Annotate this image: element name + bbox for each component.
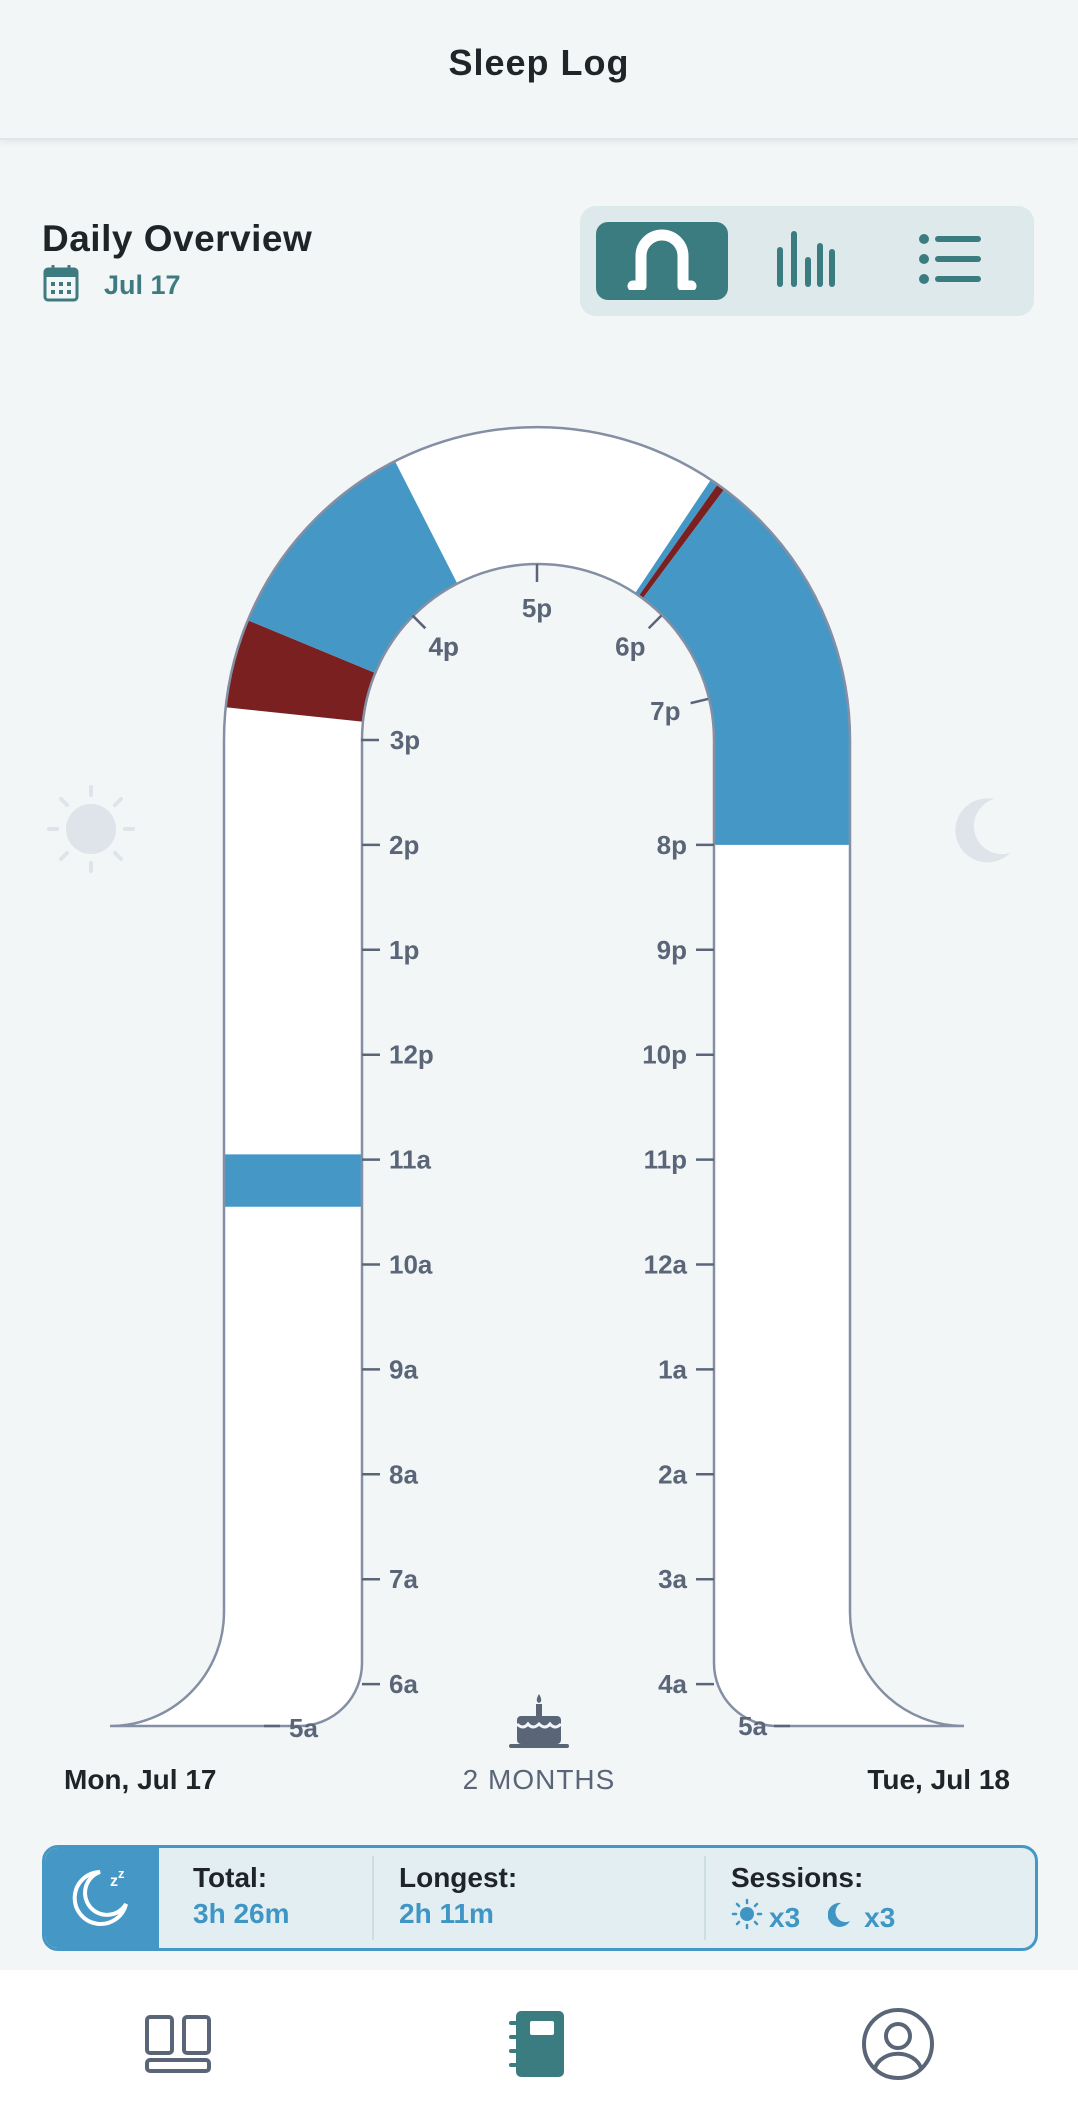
sun-icon [47,785,135,873]
sessions-section: Sessions: x3 x3 [707,1848,1027,1948]
tick-label: 9a [389,1354,418,1384]
divider [372,1856,374,1940]
tick-label: 6a [389,1669,418,1699]
tick-label: 7a [389,1564,418,1594]
tick-label: 10p [642,1040,687,1070]
profile-icon [861,2007,935,2086]
day-sessions-count: x3 [769,1901,801,1933]
tick-label: 9p [657,935,687,965]
sleep-moon-icon: z z [70,1864,134,1933]
dashboard-icon [144,2014,212,2079]
tick-label: 6p [615,632,645,662]
sleep-summary: z z Total: 3h 26m Longest: 2h 11m Sessio… [42,1845,1038,1951]
moon-icon [955,798,1010,863]
tick-label: 8p [657,830,687,860]
longest-section: Longest: 2h 11m [375,1848,705,1948]
longest-label: Longest: [399,1862,518,1893]
sun-icon [731,1898,763,1937]
sleep-arch-chart: 6a7a8a9a10a11a12p1p2p3p4p4p5p6p7p8p9p10p… [47,425,1010,1743]
tick-mark [690,697,709,705]
sleep-segment[interactable] [224,1154,362,1207]
tick-label: 1a [658,1354,687,1384]
tick-label: 12a [644,1250,688,1280]
tick-label: 2p [389,830,419,860]
longest-value: 2h 11m [399,1898,494,1929]
tick-label: 2a [658,1459,687,1489]
divider [704,1856,706,1940]
summary-icon-box: z z [45,1848,159,1948]
total-value: 3h 26m [193,1898,290,1929]
nav-profile[interactable] [848,1996,948,2096]
end-date-label: Tue, Jul 18 [867,1764,1010,1795]
tick-mark [411,614,427,630]
tick-label: 12p [389,1040,434,1070]
tick-label: 8a [389,1459,418,1489]
tick-mark [647,614,663,630]
tick-label: 3a [658,1564,687,1594]
log-book-icon [508,2009,568,2084]
sessions-counts: x3 x3 [731,1898,895,1937]
svg-text:z: z [118,1866,125,1881]
tick-label: 5a [289,1713,318,1743]
sessions-label: Sessions: [731,1862,864,1893]
nav-dashboard[interactable] [128,1996,228,2096]
moon-icon [827,1901,852,1934]
tick-label: 10a [389,1250,433,1280]
tick-label: 5p [522,593,552,623]
tick-label: 11a [389,1145,431,1175]
tick-label: 11p [644,1145,687,1175]
tick-label: 4a [658,1669,687,1699]
total-label: Total: [193,1862,268,1893]
tick-label: 4p [428,632,458,662]
tick-label: 7p [650,696,680,726]
svg-text:z: z [110,1873,118,1890]
bottom-nav [0,1970,1078,2123]
night-sessions-count: x3 [864,1901,896,1933]
tick-label: 1p [389,935,419,965]
tick-label: 3p [390,725,420,755]
tick-label: 5a [738,1711,767,1741]
cake-icon [509,1690,569,1755]
nav-log[interactable] [488,1996,588,2096]
